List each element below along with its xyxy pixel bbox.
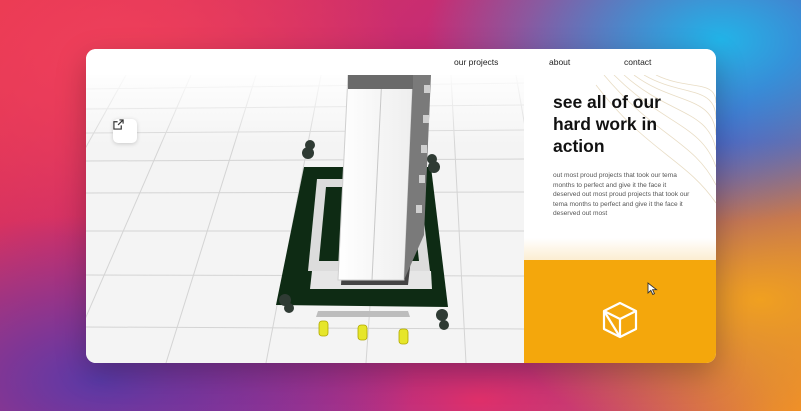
3d-view-card[interactable] — [524, 238, 716, 363]
open-external-button[interactable] — [113, 119, 137, 143]
page-heading: see all of our hard work in action — [553, 92, 661, 156]
nav-our-projects[interactable]: our projects — [454, 57, 498, 67]
building-3d-scene — [86, 75, 524, 363]
external-link-icon — [113, 119, 124, 130]
project-description: out most proud projects that took our te… — [553, 172, 690, 218]
3d-box-icon — [602, 301, 638, 339]
info-panel: see all of our hard work in action out m… — [524, 75, 716, 260]
3d-model-viewer[interactable] — [86, 75, 525, 363]
cursor-icon — [647, 282, 658, 295]
tower — [337, 75, 414, 281]
top-navbar: our projects about contact — [86, 49, 716, 75]
app-window: our projects about contact see all of ou… — [86, 49, 716, 363]
nav-contact[interactable]: contact — [624, 57, 651, 67]
nav-about[interactable]: about — [549, 57, 570, 67]
